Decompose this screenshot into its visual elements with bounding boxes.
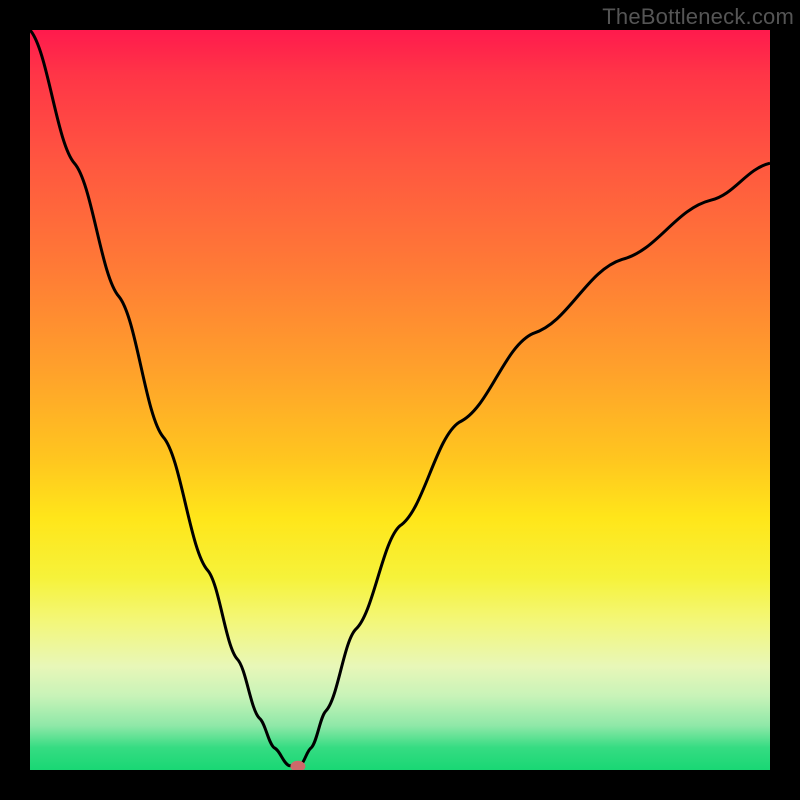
chart-stage: TheBottleneck.com — [0, 0, 800, 800]
curve-path-left — [30, 30, 296, 766]
min-marker — [291, 761, 305, 770]
watermark-text: TheBottleneck.com — [602, 4, 794, 30]
curve-path-right — [300, 163, 770, 765]
curve-svg — [30, 30, 770, 770]
plot-area — [30, 30, 770, 770]
